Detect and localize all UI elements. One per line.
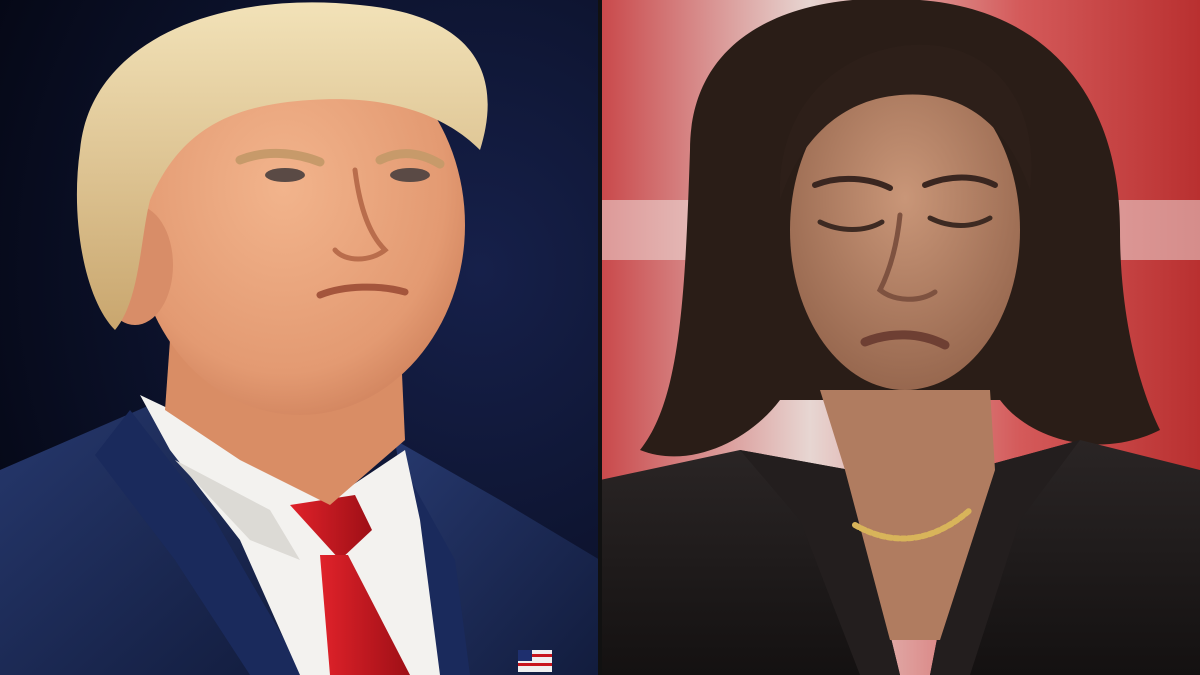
left-eye: [265, 168, 305, 182]
right-photo-panel: [600, 0, 1200, 675]
left-photo-panel: [0, 0, 600, 675]
split-photo: [0, 0, 1200, 675]
right-eye: [390, 168, 430, 182]
left-portrait-illustration: [0, 0, 600, 675]
right-portrait-illustration: [600, 0, 1200, 675]
flag-pin-stripe: [518, 663, 552, 666]
flag-pin-canton: [518, 650, 532, 661]
panel-divider: [598, 0, 602, 675]
flag-pin-stripe: [532, 654, 552, 657]
